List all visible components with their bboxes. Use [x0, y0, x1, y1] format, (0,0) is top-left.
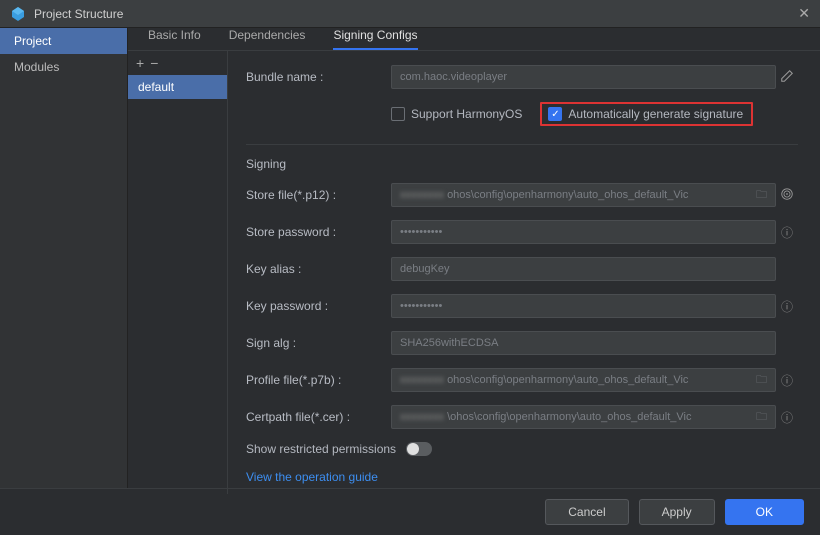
fingerprint-icon[interactable] [776, 187, 798, 204]
tab-dependencies[interactable]: Dependencies [229, 28, 306, 50]
apply-button[interactable]: Apply [639, 499, 715, 525]
ok-button[interactable]: OK [725, 499, 804, 525]
key-alias-label: Key alias : [246, 262, 391, 276]
divider [246, 144, 798, 145]
bundle-name-field[interactable]: com.haoc.videoplayer [391, 65, 776, 89]
auto-generate-signature-label: Automatically generate signature [568, 107, 743, 121]
sign-alg-label: Sign alg : [246, 336, 391, 350]
edit-bundle-icon[interactable] [776, 69, 798, 86]
help-certpath-file-icon[interactable]: ⓘ [776, 409, 798, 426]
help-key-password-icon[interactable]: ⓘ [776, 298, 798, 315]
show-restricted-toggle[interactable] [406, 442, 432, 456]
signing-section-title: Signing [246, 157, 798, 171]
sidebar-item-modules[interactable]: Modules [0, 54, 127, 80]
configs-list-column: + − default [128, 51, 228, 494]
app-logo-icon [10, 6, 26, 22]
window-title: Project Structure [34, 7, 123, 21]
help-profile-file-icon[interactable]: ⓘ [776, 372, 798, 389]
key-alias-field[interactable]: debugKey [391, 257, 776, 281]
folder-icon[interactable]: 🗀 [756, 371, 767, 390]
certpath-file-label: Certpath file(*.cer) : [246, 410, 391, 424]
auto-generate-signature-checkbox[interactable]: ✓ Automatically generate signature [540, 102, 753, 126]
folder-icon[interactable]: 🗀 [756, 186, 767, 205]
bundle-name-label: Bundle name : [246, 70, 391, 84]
add-config-button[interactable]: + [136, 55, 144, 71]
folder-icon[interactable]: 🗀 [756, 408, 767, 427]
certpath-file-field[interactable]: xxxxxxxx \ohos\config\openharmony\auto_o… [391, 405, 776, 429]
cancel-button[interactable]: Cancel [545, 499, 628, 525]
checkbox-box-checked-icon: ✓ [548, 107, 562, 121]
config-item-default[interactable]: default [128, 75, 227, 99]
profile-file-field[interactable]: xxxxxxxx ohos\config\openharmony\auto_oh… [391, 368, 776, 392]
toggle-knob [407, 443, 419, 455]
tabs: Basic Info Dependencies Signing Configs [128, 28, 820, 51]
profile-file-label: Profile file(*.p7b) : [246, 373, 391, 387]
store-password-field[interactable]: ••••••••••• [391, 220, 776, 244]
help-store-password-icon[interactable]: ⓘ [776, 224, 798, 241]
sidebar-item-project[interactable]: Project [0, 28, 127, 54]
titlebar: Project Structure ✕ [0, 0, 820, 28]
show-restricted-label: Show restricted permissions [246, 442, 396, 456]
store-file-label: Store file(*.p12) : [246, 188, 391, 202]
close-icon[interactable]: ✕ [798, 5, 810, 22]
key-password-label: Key password : [246, 299, 391, 313]
tab-signing-configs[interactable]: Signing Configs [333, 28, 417, 50]
signing-form: Bundle name : com.haoc.videoplayer Suppo… [228, 51, 820, 494]
key-password-field[interactable]: ••••••••••• [391, 294, 776, 318]
sign-alg-field[interactable]: SHA256withECDSA [391, 331, 776, 355]
sidebar: Project Modules [0, 28, 128, 488]
store-file-field[interactable]: xxxxxxxx ohos\config\openharmony\auto_oh… [391, 183, 776, 207]
remove-config-button[interactable]: − [150, 55, 158, 71]
tab-basic-info[interactable]: Basic Info [148, 28, 201, 50]
support-harmonyos-checkbox[interactable]: Support HarmonyOS [391, 107, 522, 121]
store-password-label: Store password : [246, 225, 391, 239]
checkbox-box-icon [391, 107, 405, 121]
footer: Cancel Apply OK [0, 488, 820, 535]
operation-guide-link[interactable]: View the operation guide [246, 470, 798, 484]
support-harmonyos-label: Support HarmonyOS [411, 107, 522, 121]
